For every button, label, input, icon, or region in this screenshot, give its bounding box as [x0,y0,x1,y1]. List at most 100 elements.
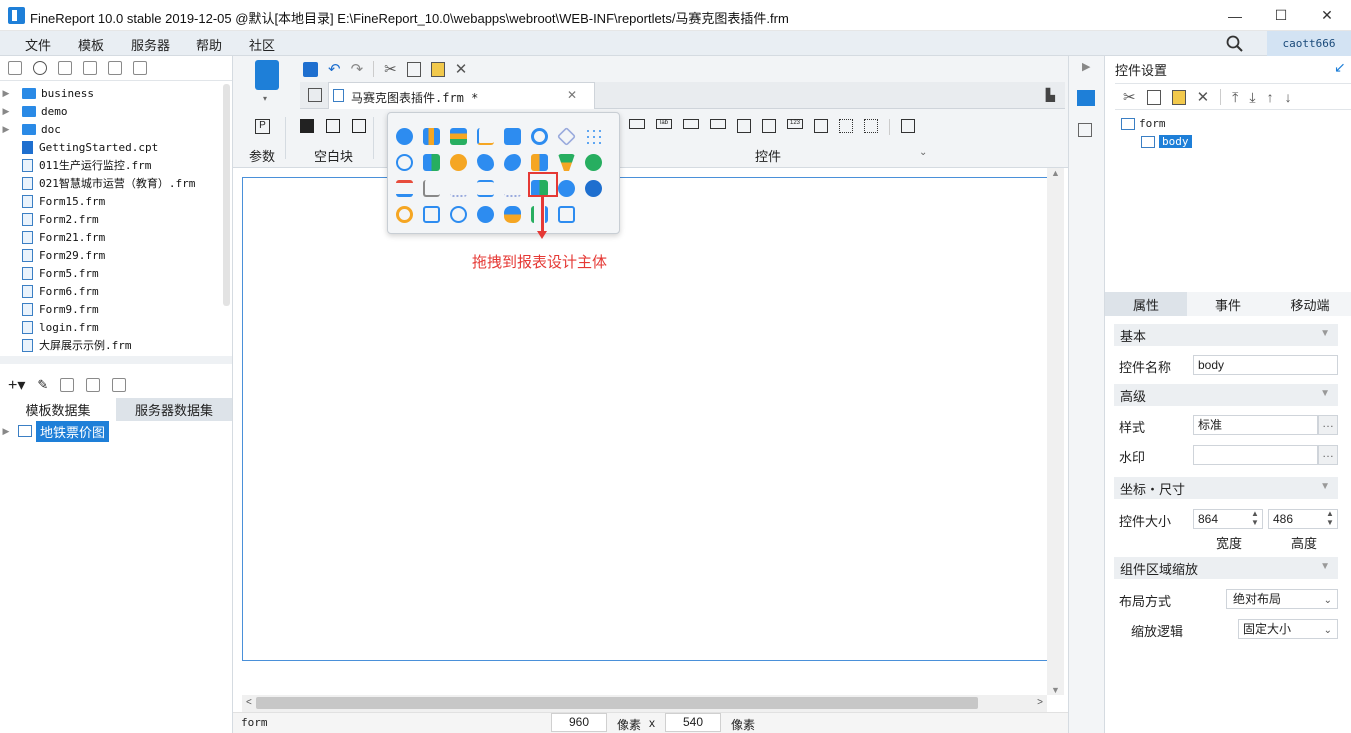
editor-tab[interactable]: 马赛克图表插件.frm * ✕ [328,82,595,109]
edit-icon[interactable]: ✎ [37,377,48,393]
ring-progress-icon[interactable] [396,206,413,223]
tab-close-icon[interactable]: ✕ [567,88,577,102]
paste-icon[interactable] [430,61,445,77]
tab-mobile[interactable]: 移动端 [1269,292,1351,316]
dataset-item[interactable]: ▶ 地铁票价图 [0,420,222,442]
layout-mode-select[interactable]: 绝对布局 ⌄ [1226,589,1338,609]
tree-item[interactable]: GettingStarted.cpt [0,138,222,156]
expand-arrow-icon[interactable]: ▶ [0,426,12,437]
checkbox-group-icon[interactable] [864,119,878,133]
radar-chart-icon[interactable] [556,126,577,147]
scroll-thumb[interactable] [256,697,978,709]
textbox-icon[interactable] [629,119,645,129]
tree-chart-icon[interactable] [504,180,521,197]
tree-item[interactable]: ▶ demo [0,102,222,120]
tree-scrollbar[interactable] [223,84,230,306]
delete-icon[interactable]: ✕ [1197,88,1210,106]
widget-name-input[interactable]: body [1193,355,1338,375]
tree-item[interactable]: Form21.frm [0,228,222,246]
copy-icon[interactable] [1146,89,1161,105]
combo-chart-icon[interactable] [423,154,440,171]
wordcloud-chart-icon[interactable] [477,180,494,197]
user-badge[interactable]: caott666 [1267,31,1351,56]
move-down-icon[interactable]: ↓ [1285,89,1292,105]
redo-icon[interactable]: ↷ [351,60,364,78]
thermometer-chart-icon[interactable] [531,206,548,223]
tab-properties[interactable]: 属性 [1105,292,1187,316]
close-button[interactable]: ✕ [1304,0,1350,31]
calendar-icon[interactable] [762,119,776,133]
menu-server[interactable]: 服务器 [131,35,170,54]
expand-arrow-icon[interactable]: ▶ [0,88,12,99]
menu-help[interactable]: 帮助 [196,35,222,54]
widget-tree-body[interactable]: body [1141,135,1192,148]
open-icon[interactable] [58,61,72,75]
copy-icon[interactable] [406,61,421,77]
delete-icon[interactable] [108,61,122,75]
preview-icon[interactable] [255,60,279,90]
search-widget-icon[interactable] [901,119,915,133]
save-icon[interactable] [303,61,318,77]
tab-events[interactable]: 事件 [1187,292,1269,316]
ribbon-collapse-icon[interactable]: ⌄ [919,147,927,158]
textarea-icon[interactable] [814,119,828,133]
collapse-arrow-icon[interactable]: ▶ [1082,60,1090,73]
refresh-icon[interactable] [33,61,47,75]
button-icon[interactable] [683,119,699,129]
maximize-button[interactable]: ☐ [1258,0,1304,31]
grid-block-icon[interactable] [352,119,366,133]
cut-icon[interactable]: ✂ [384,60,397,78]
style-more-button[interactable]: … [1318,415,1338,435]
tree-item[interactable]: Form5.frm [0,264,222,282]
combobox-icon[interactable] [710,119,726,129]
delete-dataset-icon[interactable] [60,378,75,392]
label-icon[interactable]: lab [656,119,672,129]
bubble-chart-icon[interactable] [396,154,413,171]
section-scale[interactable]: 组件区域缩放 ▼ [1114,557,1338,579]
watermark-input[interactable] [1193,445,1318,465]
parameter-icon[interactable]: P [255,119,270,134]
stepper-arrows-icon[interactable]: ▲ ▼ [1326,509,1334,527]
paste-icon[interactable] [1171,89,1186,105]
bar-chart-icon[interactable] [450,128,467,145]
horizontal-scrollbar[interactable]: < > [242,695,1047,712]
org-chart-icon[interactable] [558,206,575,223]
widget-settings-icon[interactable] [1077,90,1095,106]
line-chart-icon[interactable] [477,128,494,145]
treemap-icon[interactable] [531,154,548,171]
server-dataset-icon[interactable] [112,378,127,392]
scatter-chart-icon[interactable] [585,128,602,145]
canvas-width-input[interactable]: 960 [551,713,607,732]
cut-icon[interactable]: ✂ [1123,88,1136,106]
pie-chart-icon[interactable] [396,128,413,145]
canvas-height-input[interactable]: 540 [665,713,721,732]
expand-arrow-icon[interactable]: ▶ [0,124,12,135]
clear-icon[interactable]: ✕ [455,60,468,78]
splitter[interactable] [0,356,232,364]
menu-file[interactable]: 文件 [25,35,51,54]
tree-item[interactable]: Form15.frm [0,192,222,210]
map-chart-icon[interactable] [477,154,494,171]
menu-template[interactable]: 模板 [78,35,104,54]
box-plot-icon[interactable] [423,180,440,197]
expand-arrow-icon[interactable]: ▶ [0,106,12,117]
move-bottom-icon[interactable]: ⤓ [1249,89,1255,106]
menu-community[interactable]: 社区 [249,35,275,54]
design-body[interactable] [242,177,1048,661]
tree-item[interactable]: Form6.frm [0,282,222,300]
section-coords[interactable]: 坐标・尺寸 ▼ [1114,477,1338,499]
donut-chart-icon[interactable] [450,154,467,171]
undo-icon[interactable]: ↶ [328,60,341,78]
date-icon[interactable] [737,119,751,133]
tree-item[interactable]: 大屏展示示例.frm [0,336,222,354]
flow-map-icon[interactable] [585,180,602,197]
gauge-chart-icon[interactable] [531,128,548,145]
scale-logic-select[interactable]: 固定大小 ⌄ [1238,619,1338,639]
area-chart-icon[interactable] [504,128,521,145]
kpi-chart-icon[interactable] [450,206,467,223]
structure-chart-icon[interactable] [450,180,467,197]
minimize-button[interactable]: — [1212,0,1258,31]
move-top-icon[interactable]: ⤒ [1232,89,1238,106]
liquid-chart-icon[interactable] [504,206,521,223]
tab-block-icon[interactable] [326,119,340,133]
